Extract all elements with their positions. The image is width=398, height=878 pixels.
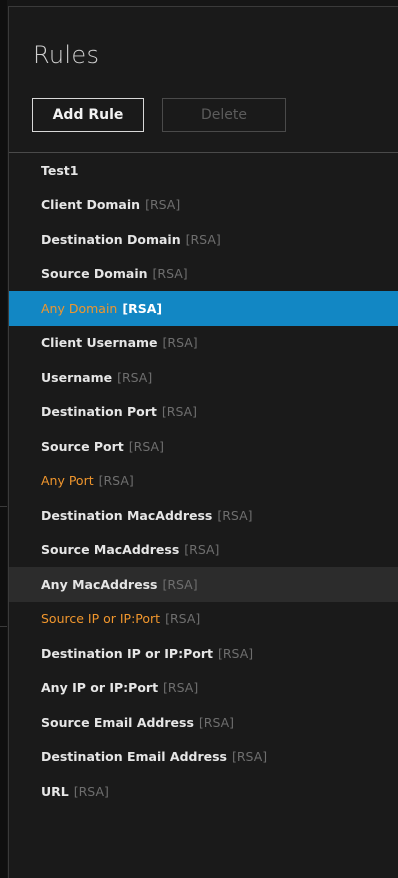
- rule-tag: [RSA]: [117, 369, 153, 385]
- rule-name: Test1: [41, 162, 79, 178]
- rule-tag: [RSA]: [128, 438, 164, 454]
- window-frame: Rules Add Rule Delete Test1 Client Domain…: [0, 0, 398, 878]
- rule-tag: [RSA]: [122, 300, 163, 316]
- rule-item[interactable]: URL [RSA]: [9, 774, 398, 809]
- rule-name: Username: [41, 369, 113, 385]
- rule-name: Client Username: [41, 335, 158, 351]
- rule-name: Client Domain: [41, 197, 141, 213]
- rule-name: Destination MacAddress: [41, 507, 213, 523]
- rule-tag: [RSA]: [73, 783, 109, 799]
- rule-item[interactable]: Any Port [RSA]: [9, 464, 398, 499]
- rule-tag: [RSA]: [165, 611, 201, 627]
- panel-title: Rules: [33, 41, 100, 69]
- rule-item[interactable]: Any MacAddress [RSA]: [9, 567, 398, 602]
- rule-item[interactable]: Destination IP or IP:Port [RSA]: [9, 636, 398, 671]
- rule-tag: [RSA]: [145, 197, 181, 213]
- rule-item[interactable]: Client Username [RSA]: [9, 326, 398, 361]
- rule-tag: [RSA]: [184, 542, 220, 558]
- rule-item[interactable]: Destination Port [RSA]: [9, 395, 398, 430]
- rule-item[interactable]: Any Domain [RSA]: [9, 291, 398, 326]
- rule-tag: [RSA]: [152, 266, 188, 282]
- rules-list: Test1 Client Domain [RSA] Destination Domai…: [9, 152, 398, 809]
- rule-item[interactable]: Source MacAddress [RSA]: [9, 533, 398, 568]
- delete-button[interactable]: Delete: [162, 98, 286, 132]
- rule-item[interactable]: Any IP or IP:Port [RSA]: [9, 671, 398, 706]
- rule-tag: [RSA]: [98, 473, 134, 489]
- edge-divider: [0, 506, 7, 507]
- rule-item[interactable]: Client Domain [RSA]: [9, 188, 398, 223]
- rule-name: Source Port: [41, 438, 124, 454]
- rule-tag: [RSA]: [232, 749, 268, 765]
- rule-item[interactable]: Destination Domain [RSA]: [9, 222, 398, 257]
- rule-tag: [RSA]: [162, 576, 198, 592]
- rule-item[interactable]: Test1: [9, 153, 398, 188]
- rule-name: Source Email Address: [41, 714, 194, 730]
- rule-item[interactable]: Destination Email Address [RSA]: [9, 740, 398, 775]
- rule-name: Destination Domain: [41, 231, 181, 247]
- rule-name: Source MacAddress: [41, 542, 180, 558]
- rule-name: Destination Port: [41, 404, 157, 420]
- rule-item[interactable]: Source Port [RSA]: [9, 429, 398, 464]
- rule-name: Any Domain: [41, 300, 118, 316]
- rule-item[interactable]: Source IP or IP:Port [RSA]: [9, 602, 398, 637]
- rule-tag: [RSA]: [198, 714, 235, 730]
- rule-name: Destination IP or IP:Port: [41, 645, 213, 661]
- rule-tag: [RSA]: [161, 404, 198, 420]
- rule-item[interactable]: Username [RSA]: [9, 360, 398, 395]
- rule-item[interactable]: Source Domain [RSA]: [9, 257, 398, 292]
- rule-name: Source Domain: [41, 266, 148, 282]
- rule-name: Source IP or IP:Port: [41, 611, 161, 627]
- rule-name: Any Port: [41, 473, 94, 489]
- rule-name: Any MacAddress: [41, 576, 158, 592]
- add-rule-button[interactable]: Add Rule: [32, 98, 144, 132]
- rule-item[interactable]: Destination MacAddress [RSA]: [9, 498, 398, 533]
- rule-tag: [RSA]: [217, 645, 254, 661]
- rule-tag: [RSA]: [217, 507, 253, 523]
- rule-tag: [RSA]: [162, 335, 198, 351]
- rule-name: URL: [41, 783, 69, 799]
- rule-item[interactable]: Source Email Address [RSA]: [9, 705, 398, 740]
- left-edge: [0, 0, 7, 878]
- rule-tag: [RSA]: [185, 231, 221, 247]
- rule-name: Any IP or IP:Port: [41, 680, 159, 696]
- rule-tag: [RSA]: [163, 680, 199, 696]
- edge-divider: [0, 626, 7, 627]
- rule-name: Destination Email Address: [41, 749, 227, 765]
